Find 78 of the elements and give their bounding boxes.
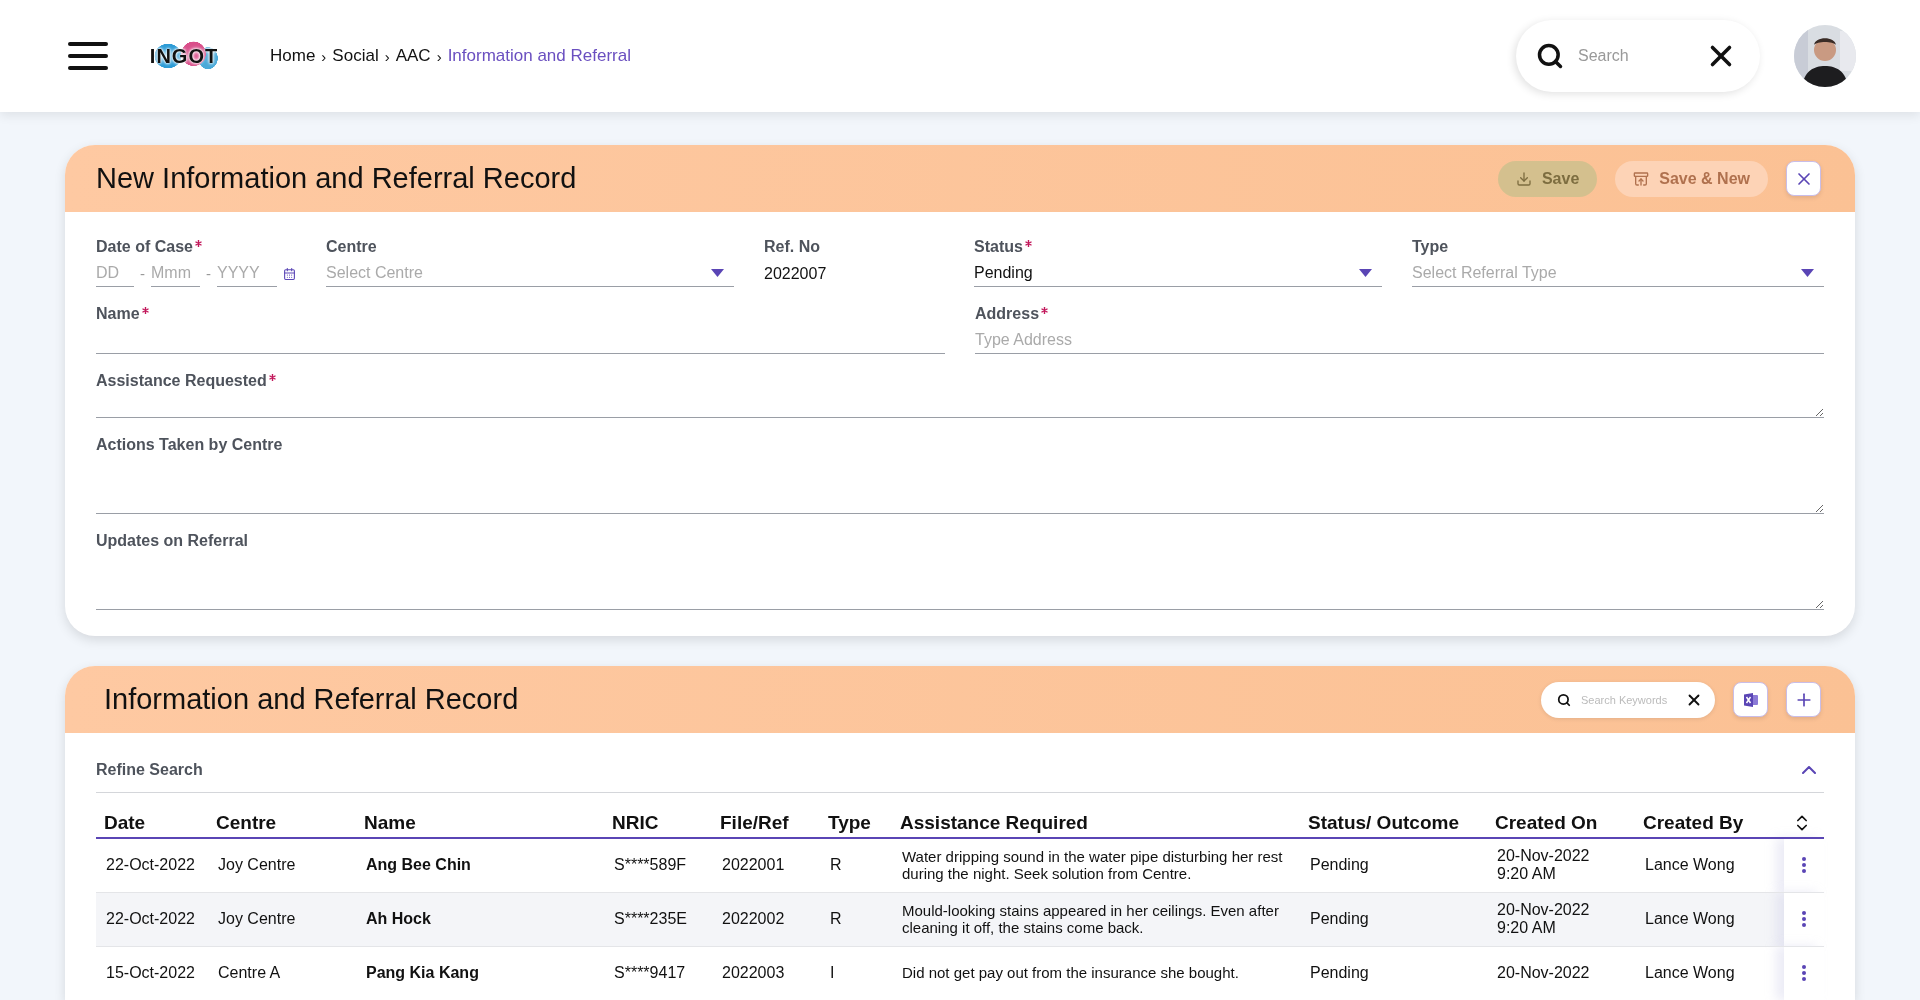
table-cell: Joy Centre [208,838,356,892]
table-cell: R [820,892,892,946]
export-excel-button[interactable] [1733,682,1768,717]
add-button[interactable] [1786,682,1821,717]
tray-icon [1633,170,1650,187]
table-cell: 22-Oct-2022 [96,838,208,892]
breadcrumb-link[interactable]: Home [270,46,316,66]
field-label: Status [974,238,1023,256]
more-icon [1802,911,1806,927]
field-label: Assistance Requested [96,372,267,390]
search-input[interactable]: Search [1576,46,1692,66]
field-value: 2022007 [764,263,828,284]
field-label: Ref. No [764,238,820,256]
close-button[interactable] [1786,161,1821,196]
download-icon [1515,170,1532,187]
date-separator: - [206,265,211,282]
more-icon [1802,857,1806,874]
table-cell: 22-Oct-2022 [96,892,208,946]
dropdown-caret-icon [711,269,724,277]
table-cell: Centre A [208,946,356,1000]
text-field[interactable]: Type Address [975,327,1824,354]
table-cell: Pending [1300,892,1487,946]
table-cell: 20-Nov-2022 9:20 AM [1487,838,1635,892]
select-field[interactable]: Pending [974,260,1382,287]
table-cell: Pending [1300,838,1487,892]
table-cell: Did not get pay out from the insurance she bought. [892,946,1300,1000]
search-icon [1536,42,1564,70]
date-part-field[interactable]: DD [96,260,134,287]
breadcrumb-separator: › [436,47,442,65]
table-title: Information and Referral Record [103,683,520,716]
table-cell: Water dripping sound in the water pipe disturbing her rest during the night. Seek solution from Centre. [892,838,1300,892]
table-cell: I [820,946,892,1000]
table-cell: 15-Oct-2022 [96,946,208,1000]
date-part-field[interactable]: Mmm [151,260,200,287]
table-cell: S****9417 [604,946,712,1000]
table-cell: Ah Hock [356,892,604,946]
table-cell: Joy Centre [208,892,356,946]
table-cell: R [820,838,892,892]
breadcrumb-link[interactable]: Social [332,46,379,66]
table-cell: 20-Nov-2022 [1487,946,1635,1000]
form-title: New Information and Referral Record [96,162,578,195]
breadcrumb-link[interactable]: AAC [395,46,431,66]
table-cell: Pending [1300,946,1487,1000]
field-label: Name [96,305,140,323]
field-label: Address [975,305,1040,323]
dropdown-caret-icon [1359,269,1372,277]
table-cell: Lance Wong [1635,946,1784,1000]
date-part-field[interactable]: YYYY [217,260,277,287]
search-icon [1557,692,1571,707]
field-label: Type [1412,238,1449,256]
table-cell: S****235E [604,892,712,946]
breadcrumb-link[interactable]: Information and Referral [447,46,631,66]
table-cell: Lance Wong [1635,892,1784,946]
refine-search-toggle[interactable]: Refine Search [96,747,1824,793]
field-label: Date of Case [96,238,193,256]
breadcrumb-separator: › [321,47,327,65]
breadcrumb-separator: › [384,47,390,65]
row-menu-button[interactable] [1802,911,1806,927]
row-menu-button[interactable] [1802,965,1806,981]
dropdown-caret-icon [1801,269,1814,277]
table-cell: Lance Wong [1635,838,1784,892]
more-icon [1802,965,1806,981]
menu-button[interactable] [68,42,108,70]
row-menu-button[interactable] [1802,857,1806,874]
table-cell: 20-Nov-2022 9:20 AM [1487,892,1635,946]
table-cell: 2022001 [712,838,820,892]
table-cell: S****589F [604,838,712,892]
field-label: Updates on Referral [96,532,249,550]
table-cell: Ang Bee Chin [356,838,604,892]
table-cell: Mould-looking stains appeared in her ceilings. Even after cleaning it off, the stains come back. [892,892,1300,946]
field-label: Actions Taken by Centre [96,436,283,454]
spreadsheet-icon [1742,691,1759,708]
date-separator: - [140,265,145,282]
table-cell: 2022003 [712,946,820,1000]
table-cell: Pang Kia Kang [356,946,604,1000]
table-cell: 2022002 [712,892,820,946]
field-label: Centre [326,238,377,256]
chevron-up-icon [1802,765,1816,774]
